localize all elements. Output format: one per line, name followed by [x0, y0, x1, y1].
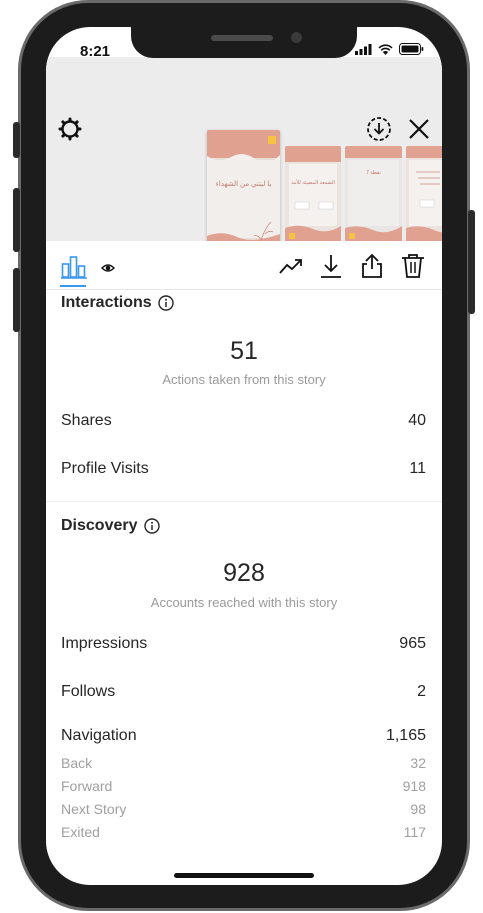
story-preview-header: يا ليتني من الشهداء الشمعة المضيئة للأمة…	[46, 57, 442, 270]
nav-row-back: Back 32	[61, 755, 426, 771]
speaker	[211, 35, 273, 41]
trash-icon[interactable]	[400, 253, 426, 279]
nav-value: 117	[403, 824, 426, 840]
metric-label: Profile Visits	[61, 460, 149, 477]
discovery-caption: Accounts reached with this story	[150, 595, 338, 610]
metric-value: 11	[409, 460, 426, 477]
nav-row-next-story: Next Story 98	[61, 801, 426, 817]
bar-chart-icon[interactable]	[61, 254, 87, 280]
phone-volume-up	[13, 188, 20, 252]
nav-label: Next Story	[61, 801, 127, 817]
active-tab-indicator	[60, 285, 86, 287]
metric-value: 40	[408, 412, 426, 429]
metric-row-shares: Shares 40	[61, 412, 426, 430]
metric-row-navigation: Navigation 1,165	[61, 727, 426, 745]
phone-volume-down	[13, 268, 20, 332]
phone-silent-switch	[13, 122, 20, 158]
story-thumbnail-3[interactable]: نقطة 7	[345, 146, 402, 245]
interactions-title: Interactions	[61, 294, 152, 311]
status-bar: 8:21	[46, 27, 442, 77]
metric-label: Navigation	[61, 727, 137, 744]
metric-label: Follows	[61, 683, 116, 700]
story-thumbnail-2[interactable]: الشمعة المضيئة للأمة	[285, 146, 341, 245]
metric-row-profile-visits[interactable]: Profile Visits 11	[61, 460, 426, 478]
story-thumbnail-3-caption: نقطة 7	[366, 170, 381, 176]
trending-icon[interactable]	[278, 253, 304, 279]
gear-icon[interactable]	[58, 117, 82, 141]
discovery-section-title: Discovery	[61, 517, 160, 535]
interactions-section-title: Interactions	[61, 294, 174, 312]
interactions-caption: Actions taken from this story	[162, 372, 326, 387]
nav-label: Back	[61, 755, 93, 771]
metric-label: Impressions	[61, 635, 148, 652]
status-icons	[355, 43, 424, 55]
nav-value: 98	[410, 801, 426, 817]
metric-row-follows: Follows 2	[61, 683, 426, 701]
home-indicator[interactable]	[174, 873, 314, 878]
status-time: 8:21	[80, 43, 111, 60]
story-thumbnail-4[interactable]	[406, 146, 442, 245]
story-thumbnail-caption: يا ليتني من الشهداء	[215, 181, 272, 188]
metric-row-impressions: Impressions 965	[61, 635, 426, 653]
story-action-bar	[46, 241, 442, 290]
notch	[131, 27, 357, 58]
info-icon[interactable]	[157, 295, 174, 311]
interactions-total: 51	[230, 337, 258, 365]
metric-value: 965	[399, 635, 426, 652]
screen: يا ليتني من الشهداء الشمعة المضيئة للأمة…	[46, 27, 442, 885]
download-icon[interactable]	[318, 253, 344, 279]
front-camera	[291, 32, 302, 43]
close-icon[interactable]	[406, 116, 432, 142]
eye-icon[interactable]	[101, 261, 115, 275]
nav-row-forward: Forward 918	[61, 778, 426, 794]
metric-label: Shares	[61, 412, 112, 429]
battery-icon	[399, 43, 424, 55]
info-icon[interactable]	[143, 518, 160, 534]
metric-value: 1,165	[385, 727, 426, 744]
nav-value: 32	[410, 755, 426, 771]
story-thumbnail-2-caption: الشمعة المضيئة للأمة	[291, 180, 335, 186]
section-divider	[46, 501, 442, 502]
share-icon[interactable]	[359, 253, 385, 279]
nav-row-exited: Exited 117	[61, 824, 426, 840]
phone-power-button	[468, 210, 475, 314]
nav-label: Exited	[61, 824, 100, 840]
wifi-icon	[378, 43, 393, 55]
discovery-title: Discovery	[61, 517, 138, 534]
nav-label: Forward	[61, 778, 113, 794]
metric-value: 2	[417, 683, 426, 700]
nav-value: 918	[402, 778, 426, 794]
signal-icon	[355, 43, 372, 55]
save-story-icon[interactable]	[366, 116, 392, 142]
discovery-total: 928	[223, 559, 265, 587]
